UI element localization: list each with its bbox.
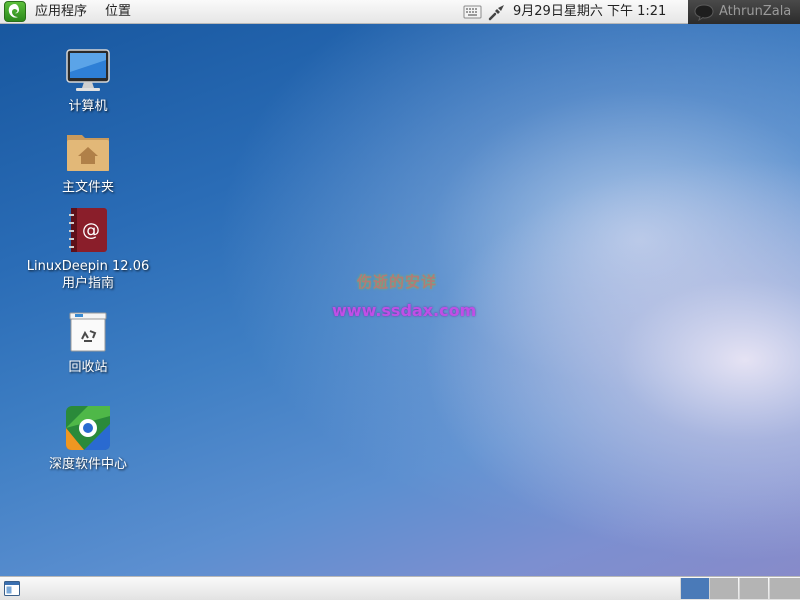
- software-center-icon: [64, 404, 112, 452]
- workspace-3[interactable]: [739, 578, 768, 599]
- home-folder-icon: [64, 127, 112, 175]
- software-center-label: 深度软件中心: [48, 457, 127, 472]
- applications-menu[interactable]: 应用程序: [35, 3, 87, 21]
- desktop-icon-home-folder[interactable]: 主文件夹: [13, 127, 163, 196]
- chat-status-icon: [694, 4, 714, 21]
- username-label: AthrunZala: [719, 4, 792, 19]
- computer-label: 计算机: [68, 99, 108, 114]
- clock[interactable]: 9月29日星期六 下午 1:21: [513, 3, 666, 21]
- places-menu[interactable]: 位置: [105, 3, 131, 21]
- keyboard-icon[interactable]: [463, 3, 482, 20]
- svg-text:@: @: [82, 220, 100, 241]
- desktop-icon-software-center[interactable]: 深度软件中心: [13, 404, 163, 473]
- top-panel: 应用程序 位置 9月29日星期六 下午 1:21 AthrunZala: [0, 0, 800, 24]
- watermark-title: 伤逝的安详: [357, 273, 438, 291]
- user-guide-icon: @: [64, 206, 112, 254]
- network-icon[interactable]: [487, 2, 507, 22]
- user-menu[interactable]: AthrunZala: [688, 0, 800, 24]
- deepin-logo-icon: [8, 4, 19, 18]
- workspace-2[interactable]: [709, 578, 738, 599]
- show-desktop-icon[interactable]: [4, 581, 20, 596]
- desktop-icon-trash[interactable]: 回收站: [13, 307, 163, 376]
- desktop-icon-user-guide[interactable]: @ LinuxDeepin 12.06 用户指南: [13, 206, 163, 292]
- desktop-icon-computer[interactable]: 计算机: [13, 46, 163, 115]
- deepin-logo-button[interactable]: [4, 1, 26, 22]
- bottom-panel: [0, 576, 800, 600]
- watermark-url: www.ssdax.com: [332, 301, 477, 320]
- workspace-1[interactable]: [680, 578, 709, 599]
- desktop-screen: 应用程序 位置 9月29日星期六 下午 1:21 AthrunZala 计算机 …: [0, 0, 800, 600]
- user-guide-label-line2: 用户指南: [61, 276, 114, 291]
- user-guide-label-line1: LinuxDeepin 12.06: [26, 259, 150, 274]
- trash-label: 回收站: [68, 360, 108, 375]
- trash-icon: [64, 307, 112, 355]
- computer-icon: [64, 46, 112, 94]
- workspace-4[interactable]: [769, 578, 800, 599]
- home-folder-label: 主文件夹: [61, 180, 114, 195]
